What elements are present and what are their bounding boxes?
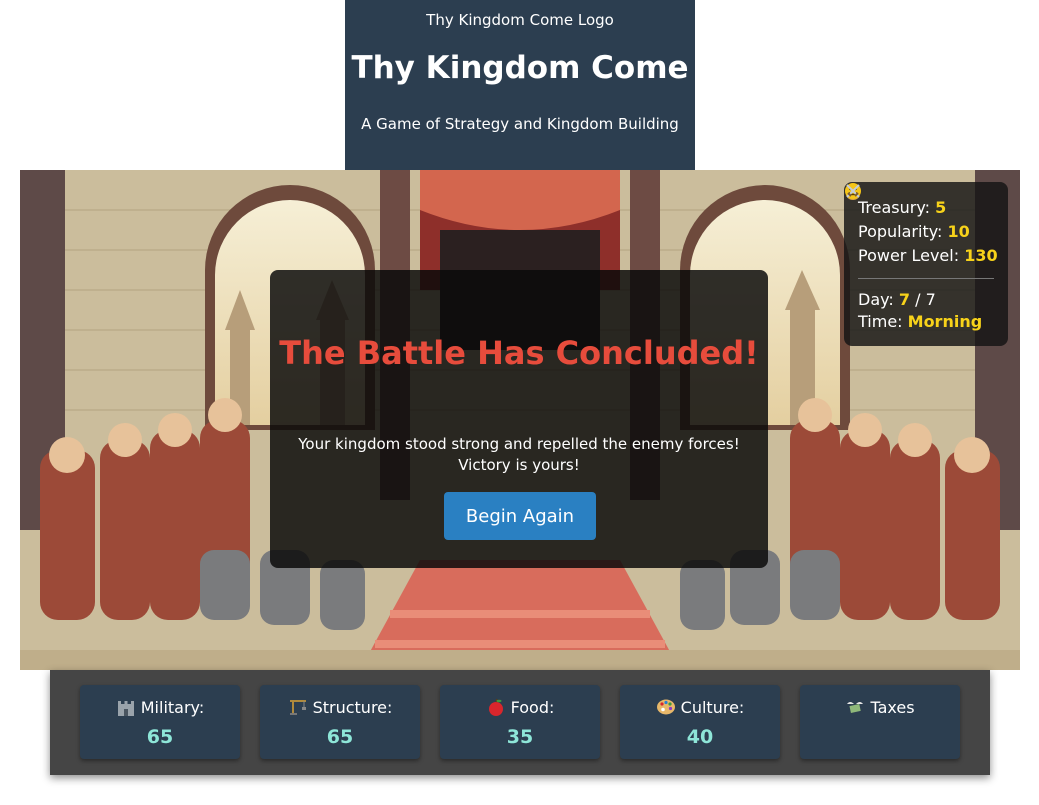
- treasury-label: Treasury:: [858, 198, 931, 217]
- day-value: 7: [898, 290, 911, 309]
- military-label-row: Military:: [80, 698, 240, 717]
- money-wings-icon: [847, 702, 864, 713]
- stats-divider: [858, 278, 994, 279]
- logo: Thy Kingdom Come Logo: [426, 11, 614, 29]
- time-value: Morning: [907, 312, 983, 331]
- modal-title: The Battle Has Concluded!: [279, 334, 759, 372]
- taxes-label: Taxes: [870, 698, 915, 717]
- popularity-value: 10: [947, 222, 970, 241]
- day-stat: Day: 7 / 7: [858, 289, 994, 311]
- food-card[interactable]: Food: 35: [440, 685, 600, 759]
- structure-label-row: Structure:: [260, 698, 420, 717]
- power-stat: Power Level: 130: [846, 184, 998, 268]
- throne-room-scene: $ Treasury: 5 Popularity: 10 Power Level…: [20, 170, 1020, 670]
- food-value: 35: [506, 726, 534, 748]
- battle-result-modal: The Battle Has Concluded! Your kingdom s…: [270, 270, 768, 568]
- game-title: Thy Kingdom Come: [351, 50, 689, 86]
- structure-value: 65: [326, 726, 354, 748]
- time-stat: Time: Morning: [858, 311, 994, 333]
- crossed-swords-icon: [846, 184, 860, 198]
- power-label: Power Level:: [858, 246, 960, 265]
- day-label: Day:: [858, 290, 894, 309]
- modal-message: Your kingdom stood strong and repelled t…: [298, 435, 740, 474]
- resource-bar: Military: 65 Structure: 65 Food: 35 Cult…: [50, 670, 990, 775]
- begin-again-button[interactable]: Begin Again: [444, 492, 596, 540]
- palette-icon: [656, 699, 675, 715]
- treasury-stat: $ Treasury: 5: [846, 185, 994, 220]
- military-label: Military:: [140, 698, 205, 717]
- castle-icon: [117, 701, 134, 716]
- food-label-row: Food:: [440, 698, 600, 717]
- popularity-stat: Popularity: 10: [845, 183, 994, 244]
- structure-label: Structure:: [312, 698, 393, 717]
- construction-crane-icon: [289, 700, 306, 715]
- game-header: Thy Kingdom Come Logo Thy Kingdom Come A…: [345, 0, 695, 170]
- day-total: / 7: [910, 290, 936, 309]
- stats-panel: $ Treasury: 5 Popularity: 10 Power Level…: [844, 182, 1008, 346]
- culture-label-row: Culture:: [620, 698, 780, 717]
- food-label: Food:: [510, 698, 555, 717]
- military-value: 65: [146, 726, 174, 748]
- taxes-label-row: Taxes: [800, 698, 960, 717]
- time-label: Time:: [858, 312, 903, 331]
- culture-value: 40: [686, 726, 714, 748]
- military-card[interactable]: Military: 65: [80, 685, 240, 759]
- power-value: 130: [964, 246, 998, 265]
- treasury-value: 5: [935, 198, 947, 217]
- game-subtitle: A Game of Strategy and Kingdom Building: [361, 115, 679, 133]
- apple-icon: [488, 698, 503, 716]
- popularity-label: Popularity:: [858, 222, 943, 241]
- culture-label: Culture:: [680, 698, 745, 717]
- taxes-card[interactable]: Taxes: [800, 685, 960, 759]
- structure-card[interactable]: Structure: 65: [260, 685, 420, 759]
- culture-card[interactable]: Culture: 40: [620, 685, 780, 759]
